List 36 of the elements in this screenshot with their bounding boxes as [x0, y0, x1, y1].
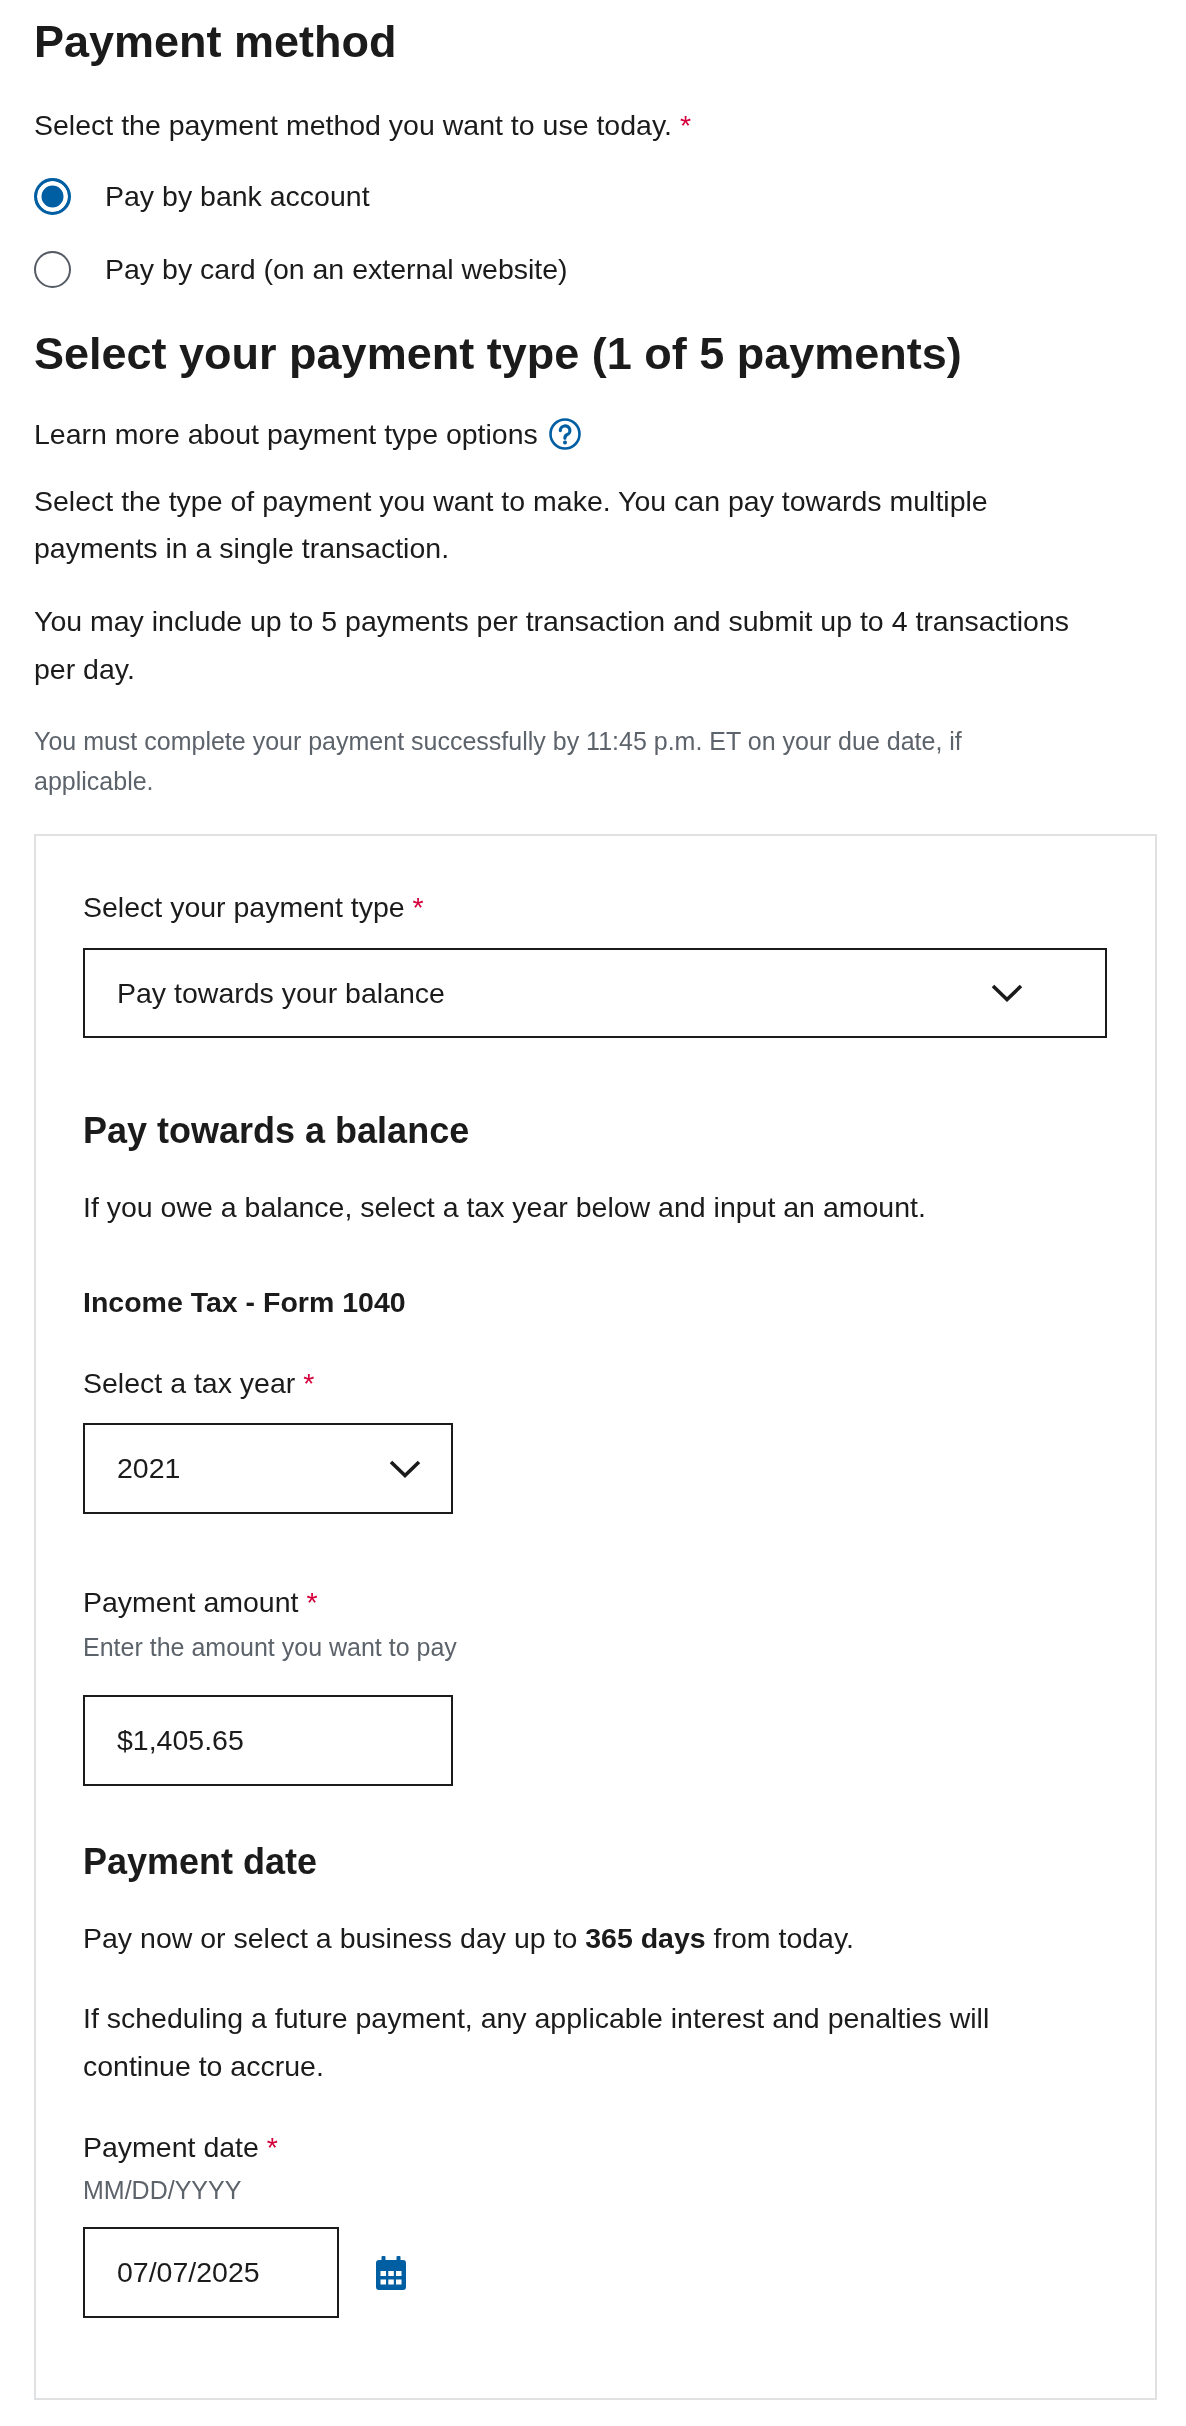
paragraph-text: You may include up to 5 payments per transaction and submit up to 4 transactions per day.	[34, 604, 1071, 687]
field-label: Payment date	[83, 2131, 259, 2163]
required-mark: *	[412, 891, 424, 923]
field-label: Select your payment type	[83, 891, 405, 923]
required-mark: *	[679, 109, 692, 141]
hint-text: Enter the amount you want to pay	[83, 1632, 458, 1663]
section-heading: Select your payment type (1 of 5 payments)	[34, 327, 963, 381]
calendar-icon[interactable]	[376, 2255, 406, 2290]
tax-year-select[interactable]: 2021	[83, 1423, 453, 1514]
chevron-icon	[388, 1458, 422, 1479]
paragraph-text: Select the type of payment you want to make. You can pay towards multiple payments in a single transaction.	[34, 484, 989, 566]
required-mark: *	[266, 2131, 278, 2163]
note-text: You must complete your payment successfully by 11:45 p.m. ET on your due date, if applicable.	[34, 726, 963, 797]
help-icon[interactable]	[548, 418, 581, 450]
question-text: Select the payment method you want to use today.	[34, 109, 672, 141]
chevron-icon	[990, 983, 1024, 1003]
required-mark: *	[303, 1367, 315, 1399]
required-mark: *	[306, 1586, 318, 1618]
paragraph-text: If scheduling a future payment, any applicable interest and penalties will continue to accrue.	[83, 2001, 991, 2084]
date-input[interactable]: 07/07/2025	[83, 2227, 339, 2318]
help-text: Learn more about payment type options	[34, 417, 538, 452]
section-heading: Payment method	[34, 15, 398, 69]
hint-text: MM/DD/YYYY	[83, 2175, 243, 2206]
radio-button[interactable]	[34, 250, 71, 288]
radio-label[interactable]: Pay by card (on an external website)	[105, 249, 568, 289]
field-label: Payment amount	[83, 1586, 299, 1618]
radio-label[interactable]: Pay by bank account	[105, 176, 370, 216]
form-name-text: Income Tax - Form 1040	[83, 1285, 407, 1320]
section-heading: Pay towards a balance	[83, 1109, 471, 1153]
paragraph-text: Pay now or select a business day up to 365 days from today.	[83, 1921, 855, 1956]
description-text: If you owe a balance, select a tax year below and input an amount.	[83, 1190, 927, 1225]
field-label: Select a tax year	[83, 1367, 296, 1399]
section-heading: Payment date	[83, 1840, 319, 1884]
amount-input[interactable]: $1,405.65	[83, 1695, 453, 1786]
radio-button[interactable]	[34, 177, 71, 215]
payment-type-select[interactable]: Pay towards your balance	[83, 948, 1107, 1038]
